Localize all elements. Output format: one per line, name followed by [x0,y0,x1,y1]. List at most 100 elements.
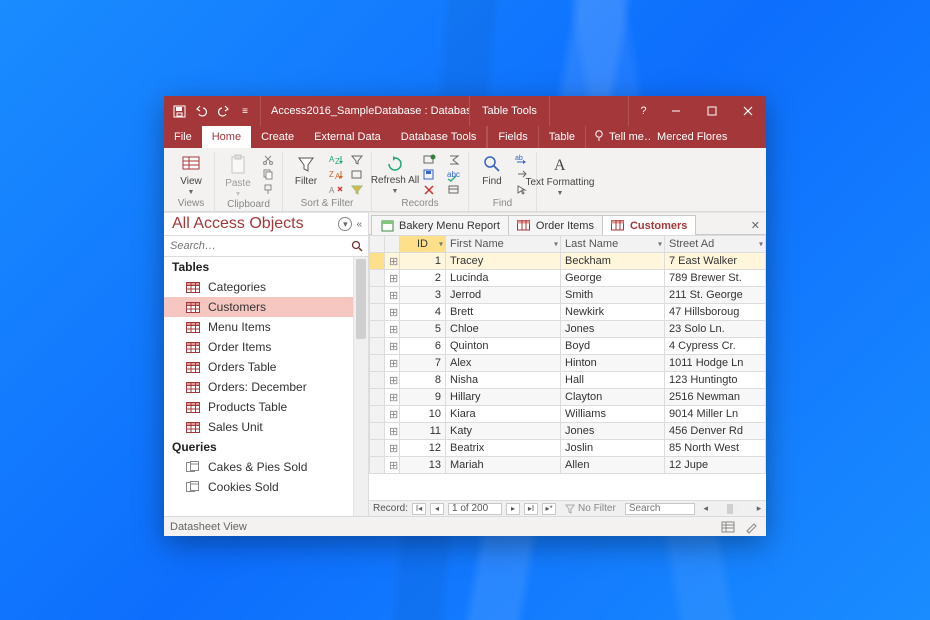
nav-menu-icon[interactable]: ▾ [338,217,352,231]
table-row[interactable]: ⊞6QuintonBoyd4 Cypress Cr. [370,338,766,355]
next-record-button[interactable]: ▸ [506,503,520,515]
cell-id[interactable]: 4 [400,304,446,321]
nav-item-cookies-sold[interactable]: Cookies Sold [164,477,368,497]
ribbon-tab-home[interactable]: Home [202,126,251,148]
cell-street[interactable]: 85 North West [665,440,766,457]
cell-street[interactable]: 789 Brewer St. [665,270,766,287]
row-selector[interactable] [370,270,385,287]
table-row[interactable]: ⊞5ChloeJones23 Solo Ln. [370,321,766,338]
nav-item-orders-table[interactable]: Orders Table [164,357,368,377]
cell-id[interactable]: 11 [400,423,446,440]
chevron-down-icon[interactable]: ▾ [554,240,558,249]
table-row[interactable]: ⊞7AlexHinton1011 Hodge Ln [370,355,766,372]
row-selector[interactable] [370,287,385,304]
cell-last-name[interactable]: Boyd [561,338,665,355]
text-formatting-button[interactable]: A Text Formatting ▼ [542,152,578,197]
cell-first-name[interactable]: Katy [446,423,561,440]
prev-record-button[interactable]: ◂ [430,503,444,515]
minimize-button[interactable] [658,96,694,126]
new-record-icon[interactable] [420,152,438,166]
cell-street[interactable]: 12 Jupe [665,457,766,474]
cell-first-name[interactable]: Hillary [446,389,561,406]
redo-icon[interactable] [216,104,230,118]
cell-id[interactable]: 1 [400,253,446,270]
cell-last-name[interactable]: Jones [561,423,665,440]
expand-row-icon[interactable]: ⊞ [385,321,400,338]
cell-id[interactable]: 7 [400,355,446,372]
cell-first-name[interactable]: Alex [446,355,561,372]
table-row[interactable]: ⊞13MariahAllen12 Jupe [370,457,766,474]
row-selector[interactable] [370,338,385,355]
cell-last-name[interactable]: George [561,270,665,287]
table-row[interactable]: ⊞10KiaraWilliams9014 Miller Ln [370,406,766,423]
nav-item-customers[interactable]: Customers [164,297,368,317]
row-selector[interactable] [370,321,385,338]
ribbon-tab-database-tools[interactable]: Database Tools [391,126,487,148]
cell-first-name[interactable]: Chloe [446,321,561,338]
cell-last-name[interactable]: Hall [561,372,665,389]
cell-first-name[interactable]: Beatrix [446,440,561,457]
column-header-first-name[interactable]: First Name▾ [446,236,561,253]
expand-row-icon[interactable]: ⊞ [385,338,400,355]
object-tab-customers[interactable]: Customers [602,215,696,235]
cell-street[interactable]: 23 Solo Ln. [665,321,766,338]
column-header-last-name[interactable]: Last Name▾ [561,236,665,253]
ribbon-tab-create[interactable]: Create [251,126,304,148]
expand-row-icon[interactable]: ⊞ [385,406,400,423]
selection-filter-icon[interactable] [348,152,366,166]
cell-last-name[interactable]: Allen [561,457,665,474]
cell-id[interactable]: 5 [400,321,446,338]
copy-icon[interactable] [259,167,277,181]
toggle-filter-icon[interactable] [348,182,366,196]
table-row[interactable]: ⊞3JerrodSmith211 St. George [370,287,766,304]
table-row[interactable]: ⊞4BrettNewkirk47 Hillsboroug [370,304,766,321]
cell-last-name[interactable]: Williams [561,406,665,423]
table-row[interactable]: ⊞8NishaHall123 Huntingto [370,372,766,389]
cell-first-name[interactable]: Tracey [446,253,561,270]
cell-id[interactable]: 8 [400,372,446,389]
row-selector[interactable] [370,253,385,270]
search-icon[interactable] [346,236,368,256]
tell-me-search[interactable]: Tell me… [585,126,651,148]
row-selector[interactable] [370,372,385,389]
select-all-cell[interactable] [370,236,385,253]
cell-last-name[interactable]: Newkirk [561,304,665,321]
cell-last-name[interactable]: Beckham [561,253,665,270]
spelling-icon[interactable]: abc [445,167,463,181]
table-row[interactable]: ⊞9HillaryClayton2516 Newman [370,389,766,406]
hscroll-left-icon[interactable]: ◂ [699,502,713,516]
column-header-id[interactable]: ID▾ [400,236,446,253]
nav-item-menu-items[interactable]: Menu Items [164,317,368,337]
save-icon[interactable] [172,104,186,118]
cell-street[interactable]: 4 Cypress Cr. [665,338,766,355]
cell-last-name[interactable]: Jones [561,321,665,338]
remove-sort-icon[interactable]: A [327,182,345,196]
cell-id[interactable]: 12 [400,440,446,457]
expand-row-icon[interactable]: ⊞ [385,287,400,304]
nav-section-queries[interactable]: Queries︽ [164,437,368,457]
close-button[interactable] [730,96,766,126]
format-painter-icon[interactable] [259,182,277,196]
expand-row-icon[interactable]: ⊞ [385,355,400,372]
table-row[interactable]: ⊞11KatyJones456 Denver Rd [370,423,766,440]
qat-customize-icon[interactable]: ≡ [238,104,252,118]
sort-desc-icon[interactable]: ZA [327,167,345,181]
row-selector[interactable] [370,406,385,423]
totals-icon[interactable] [445,152,463,166]
chevron-down-icon[interactable]: ▾ [759,240,763,249]
cell-last-name[interactable]: Clayton [561,389,665,406]
row-selector[interactable] [370,389,385,406]
ribbon-tab-file[interactable]: File [164,126,202,148]
expand-row-icon[interactable]: ⊞ [385,372,400,389]
cell-street[interactable]: 47 Hillsboroug [665,304,766,321]
nav-item-categories[interactable]: Categories [164,277,368,297]
save-record-icon[interactable] [420,167,438,181]
find-button[interactable]: Find [474,152,510,187]
tab-close-icon[interactable]: ✕ [745,217,766,234]
cell-id[interactable]: 10 [400,406,446,423]
record-search-input[interactable] [625,503,695,515]
cell-last-name[interactable]: Smith [561,287,665,304]
table-row[interactable]: ⊞12BeatrixJoslin85 North West [370,440,766,457]
cell-first-name[interactable]: Quinton [446,338,561,355]
row-selector[interactable] [370,304,385,321]
